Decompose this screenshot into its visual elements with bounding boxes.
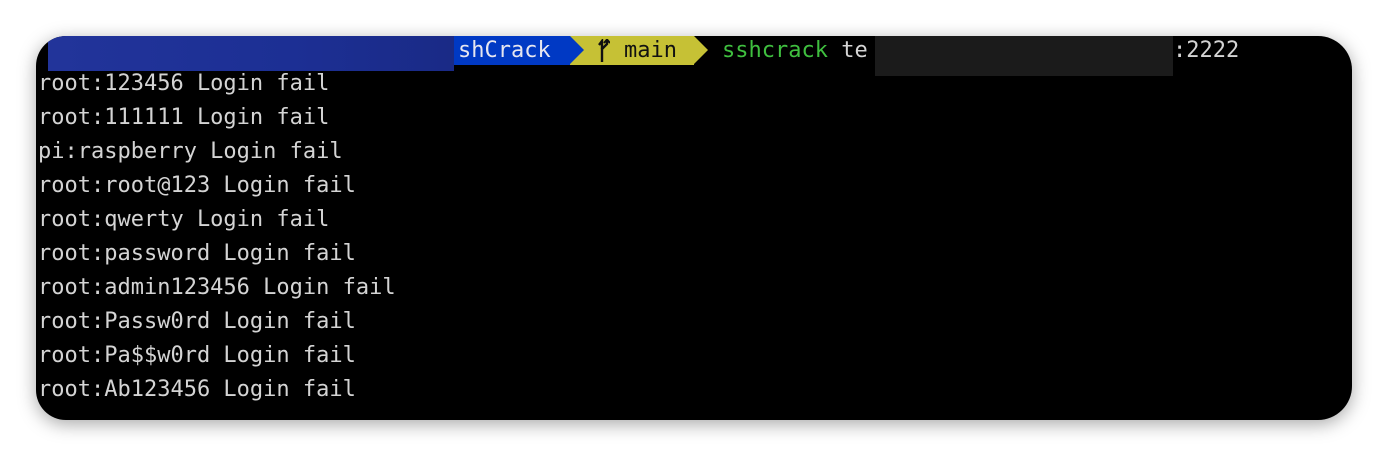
output-line: root:111111 Login fail — [38, 105, 330, 130]
output-line: root:Passw0rd Login fail — [38, 309, 356, 334]
prompt-directory-segment: shCrack — [454, 36, 574, 65]
terminal-window[interactable]: shCrack main sshcrack te :2222 root:1234… — [36, 36, 1352, 420]
command-port: :2222 — [1173, 38, 1240, 63]
output-line: root:Pa$$w0rd Login fail — [38, 343, 356, 368]
prompt-directory-arrow — [570, 36, 584, 64]
prompt-git-arrow — [694, 36, 708, 64]
output-line: root:qwerty Login fail — [38, 207, 330, 232]
output-line: root:root@123 Login fail — [38, 173, 356, 198]
redacted-host-block — [875, 36, 1173, 76]
output-line: root:Ab123456 Login fail — [38, 377, 356, 402]
command-name: sshcrack — [722, 38, 828, 63]
shell-prompt: shCrack main sshcrack te :2222 — [36, 36, 1352, 76]
redacted-path-block — [48, 36, 454, 71]
command-argument: te — [827, 38, 868, 63]
prompt-branch-label: main — [624, 38, 677, 63]
git-branch-icon — [598, 39, 610, 62]
output-line: pi:raspberry Login fail — [38, 139, 343, 164]
terminal-output: root:123456 Login fail root:111111 Login… — [38, 70, 396, 410]
output-line: root:password Login fail — [38, 241, 356, 266]
output-line: root:admin123456 Login fail — [38, 275, 396, 300]
output-line: root:123456 Login fail — [38, 71, 330, 96]
prompt-command-line: sshcrack te — [722, 36, 868, 65]
